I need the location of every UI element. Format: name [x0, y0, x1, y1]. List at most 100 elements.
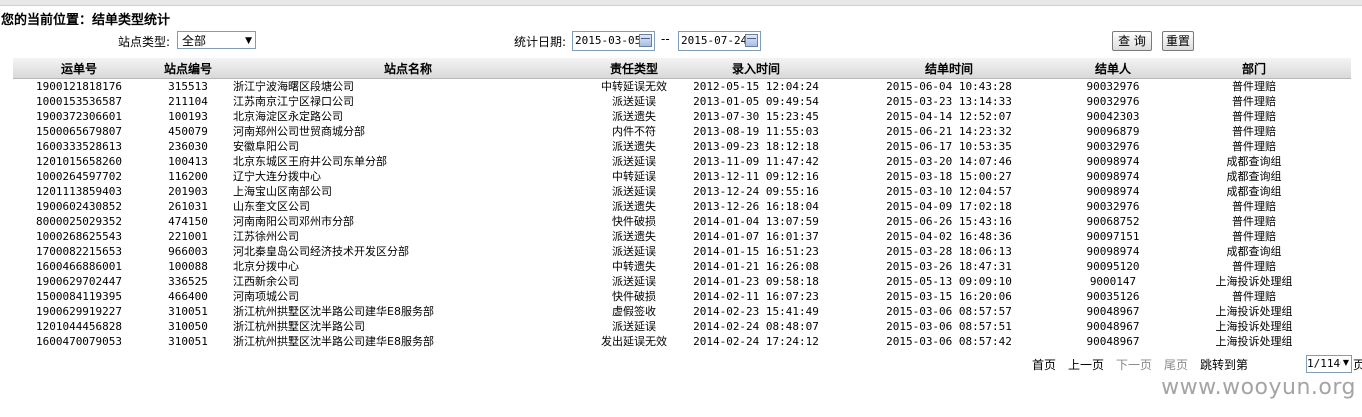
cell-duty-type: 快件破损	[612, 215, 656, 228]
cell-entry-time: 2014-01-23 09:58:18	[693, 275, 819, 288]
table-row: 1600470079053 310051 浙江杭州拱墅区沈半路公司建华E8服务部 发出…	[13, 334, 1351, 349]
cell-site-name: 北京东城区王府井公司东单分部	[233, 155, 387, 168]
cell-close-time: 2015-03-23 13:14:33	[886, 95, 1012, 108]
cell-duty-type: 派送遗失	[612, 110, 656, 123]
cell-close-time: 2015-04-02 16:48:36	[886, 230, 1012, 243]
cell-waybill: 1900629702447	[35, 275, 123, 288]
cell-waybill: 1900121818176	[35, 80, 123, 93]
table-row: 1201015658260 100413 北京东城区王府井公司东单分部 派送延误 201…	[13, 154, 1351, 169]
cell-entry-time: 2014-02-24 08:48:07	[693, 320, 819, 333]
cell-close-time: 2015-06-04 10:43:28	[886, 80, 1012, 93]
cell-closer: 90068752	[1086, 215, 1140, 228]
cell-duty-type: 派送延误	[612, 275, 656, 288]
cell-entry-time: 2012-05-15 12:04:24	[693, 80, 819, 93]
next-page-link[interactable]: 下一页	[1116, 356, 1152, 373]
cell-close-time: 2015-03-10 12:04:57	[886, 185, 1012, 198]
col-close-time-header: 结单时间	[829, 58, 1069, 79]
cell-department: 成都查询组	[1226, 170, 1282, 183]
cell-closer: 90048967	[1086, 320, 1140, 333]
cell-site-code: 100088	[168, 260, 208, 273]
prev-page-link[interactable]: 上一页	[1068, 356, 1104, 373]
date-from-value: 2015-03-05	[575, 34, 642, 47]
cell-site-code: 474150	[168, 215, 208, 228]
query-button[interactable]: 查 询	[1112, 31, 1152, 51]
cell-close-time: 2015-03-26 18:47:31	[886, 260, 1012, 273]
cell-site-code: 336525	[168, 275, 208, 288]
col-duty-type-header: 责任类型	[585, 58, 683, 79]
chevron-down-icon[interactable]: ▼	[1341, 358, 1351, 367]
cell-site-code: 261031	[168, 200, 208, 213]
col-site-code-header: 站点编号	[145, 58, 231, 79]
cell-site-code: 211104	[168, 95, 208, 108]
cell-entry-time: 2014-01-21 16:26:08	[693, 260, 819, 273]
cell-duty-type: 派送延误	[612, 320, 656, 333]
cell-waybill: 1201044456828	[35, 320, 123, 333]
reset-button[interactable]: 重置	[1162, 31, 1194, 51]
cell-site-name: 安徽阜阳公司	[233, 140, 299, 153]
table-row: 8000025029352 474150 河南南阳公司邓州市分部 快件破损 2014-0…	[13, 214, 1351, 229]
table-row: 1201044456828 310050 浙江杭州拱墅区沈半路公司 派送延误 2014-…	[13, 319, 1351, 334]
cell-department: 普件理赔	[1232, 140, 1276, 153]
page-suffix: 页	[1353, 358, 1362, 372]
cell-site-name: 浙江杭州拱墅区沈半路公司建华E8服务部	[233, 335, 434, 348]
calendar-icon[interactable]	[745, 34, 758, 47]
cell-closer: 90032976	[1086, 80, 1140, 93]
table-row: 1500065679807 450079 河南郑州公司世贸商城分部 内件不符 2013-…	[13, 124, 1351, 139]
first-page-link[interactable]: 首页	[1032, 356, 1056, 373]
cell-duty-type: 中转延误无效	[601, 80, 667, 93]
cell-close-time: 2015-03-15 16:20:06	[886, 290, 1012, 303]
cell-close-time: 2015-06-21 14:23:32	[886, 125, 1012, 138]
cell-duty-type: 快件破损	[612, 290, 656, 303]
table-row: 1000264597702 116200 辽宁大连分拨中心 中转延误 2013-12-1…	[13, 169, 1351, 184]
cell-site-name: 浙江杭州拱墅区沈半路公司建华E8服务部	[233, 305, 434, 318]
date-from-input[interactable]: 2015-03-05	[572, 31, 655, 51]
col-department-header: 部门	[1157, 58, 1351, 79]
date-to-input[interactable]: 2015-07-24	[678, 31, 761, 51]
cell-entry-time: 2014-02-24 17:24:12	[693, 335, 819, 348]
cell-site-name: 江苏南京江宁区禄口公司	[233, 95, 354, 108]
calendar-icon[interactable]	[639, 34, 652, 47]
cell-department: 上海投诉处理组	[1215, 305, 1293, 318]
cell-waybill: 1500065679807	[35, 125, 123, 138]
cell-entry-time: 2013-07-30 15:23:45	[693, 110, 819, 123]
cell-department: 成都查询组	[1226, 245, 1282, 258]
cell-site-name: 浙江杭州拱墅区沈半路公司	[233, 320, 365, 333]
cell-department: 普件理赔	[1232, 290, 1276, 303]
cell-close-time: 2015-04-14 12:52:07	[886, 110, 1012, 123]
table-row: 1900629919227 310051 浙江杭州拱墅区沈半路公司建华E8服务部 虚假…	[13, 304, 1351, 319]
table-header-row: 运单号 站点编号 站点名称 责任类型 录入时间 结单时间 结单人 部门	[13, 58, 1351, 79]
cell-entry-time: 2013-01-05 09:49:54	[693, 95, 819, 108]
cell-department: 成都查询组	[1226, 185, 1282, 198]
cell-department: 普件理赔	[1232, 215, 1276, 228]
cell-duty-type: 派送遗失	[612, 230, 656, 243]
pager: 首页 上一页 下一页 尾页 跳转到第 1/11403 ▼ 页	[0, 354, 1362, 373]
cell-department: 成都查询组	[1226, 155, 1282, 168]
last-page-link[interactable]: 尾页	[1164, 356, 1188, 373]
table-row: 1700082215653 966003 河北秦皇岛公司经济技术开发区分部 派送延误 2…	[13, 244, 1351, 259]
cell-site-name: 北京海淀区永定路公司	[233, 110, 343, 123]
table-row: 1900602430852 261031 山东奎文区公司 派送遗失 2013-12-26…	[13, 199, 1351, 214]
cell-waybill: 1600466886001	[35, 260, 123, 273]
cell-duty-type: 派送延误	[612, 245, 656, 258]
jump-label: 跳转到第	[1200, 358, 1249, 372]
cell-site-code: 315513	[168, 80, 208, 93]
cell-entry-time: 2014-01-07 16:01:37	[693, 230, 819, 243]
cell-duty-type: 发出延误无效	[601, 335, 667, 348]
cell-department: 普件理赔	[1232, 95, 1276, 108]
cell-close-time: 2015-03-28 18:06:13	[886, 245, 1012, 258]
cell-site-name: 上海宝山区南部公司	[233, 185, 332, 198]
cell-waybill: 1900629919227	[35, 305, 123, 318]
date-to-value: 2015-07-24	[681, 34, 748, 47]
cell-site-name: 河南项城公司	[233, 290, 299, 303]
cell-duty-type: 派送延误	[612, 155, 656, 168]
site-type-select[interactable]: 全部 ▼	[177, 31, 256, 49]
cell-duty-type: 派送延误	[612, 185, 656, 198]
table-row: 1201113859403 201903 上海宝山区南部公司 派送延误 2013-12-…	[13, 184, 1351, 199]
cell-site-name: 河南南阳公司邓州市分部	[233, 215, 354, 228]
cell-department: 普件理赔	[1232, 80, 1276, 93]
cell-duty-type: 内件不符	[612, 125, 656, 138]
cell-duty-type: 派送延误	[612, 95, 656, 108]
cell-entry-time: 2013-11-09 11:47:42	[693, 155, 819, 168]
cell-department: 普件理赔	[1232, 230, 1276, 243]
settlement-table: 运单号 站点编号 站点名称 责任类型 录入时间 结单时间 结单人 部门 1900…	[13, 58, 1351, 349]
